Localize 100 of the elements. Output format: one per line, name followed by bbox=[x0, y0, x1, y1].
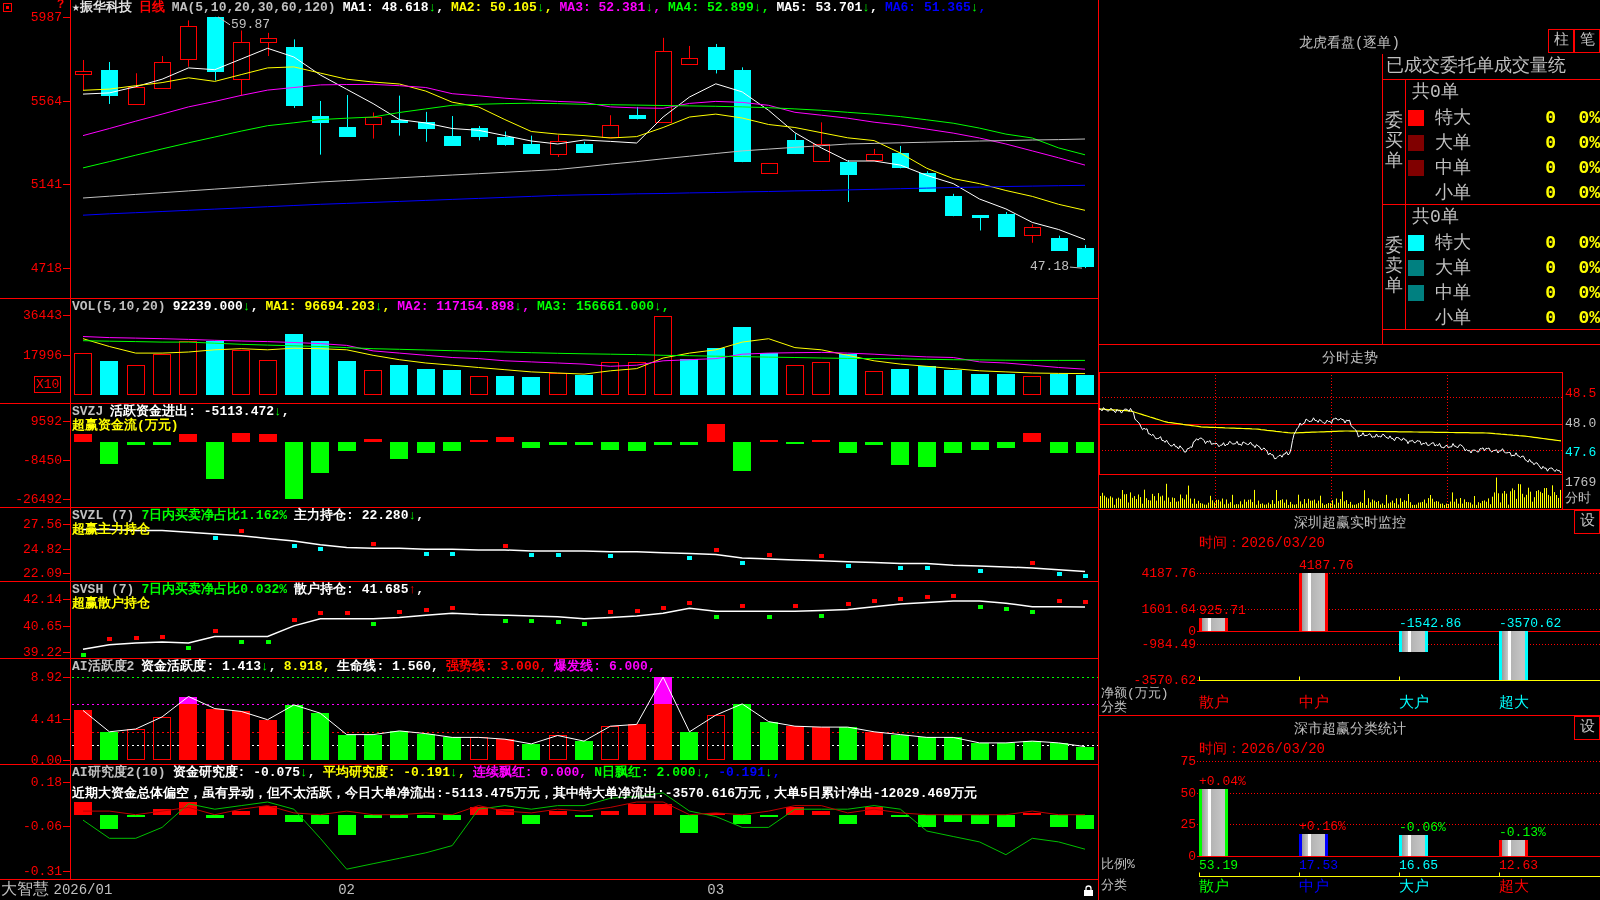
order-percent: 0% bbox=[1578, 131, 1600, 154]
order-size-label: 特大 bbox=[1434, 106, 1471, 129]
indicator-label: 连续飘红: 0.000, bbox=[472, 766, 588, 780]
value-label: -3570.62 bbox=[1499, 616, 1562, 631]
axis-label: 4.41 bbox=[29, 712, 62, 727]
order-size-label: 小单 bbox=[1434, 181, 1471, 204]
order-count: 0 bbox=[1545, 181, 1556, 204]
axis-title: 比例% bbox=[1101, 858, 1135, 872]
order-size-label: 大单 bbox=[1434, 131, 1471, 154]
date-label: 03 bbox=[707, 881, 725, 900]
table-title: 已成交委托单成交量统 bbox=[1383, 54, 1600, 80]
value-label: 53.19 bbox=[1199, 858, 1238, 873]
indicator-label: MA5: 53.701↓, bbox=[776, 1, 878, 15]
axis-title: 净额(万元) bbox=[1101, 687, 1169, 701]
order-count: 0 bbox=[1545, 131, 1556, 154]
indicator-label: MA4: 52.899↓, bbox=[668, 1, 770, 15]
indicator-label: 主力持仓: 22.280↓, bbox=[294, 509, 425, 523]
value-label: 12.63 bbox=[1499, 858, 1538, 873]
axis-title: 分类 bbox=[1101, 701, 1127, 715]
indicator-label: MA2: 117154.898↓, bbox=[397, 300, 530, 314]
order-size-label: 中单 bbox=[1434, 281, 1471, 304]
indicator-label: -0.191↓, bbox=[718, 766, 781, 780]
indicator-label: 8.918, bbox=[283, 660, 331, 674]
date-label: 02 bbox=[338, 881, 355, 900]
category-label: 大户 bbox=[1399, 695, 1429, 713]
axis-label: 27.56 bbox=[22, 517, 62, 532]
category-label: 大户 bbox=[1399, 879, 1429, 897]
indicator-label: 平均研究度: -0.191↓, bbox=[322, 766, 466, 780]
axis-label: 5564 bbox=[29, 94, 62, 109]
volume-scale-label: 1769 bbox=[1564, 475, 1597, 491]
axis-label: -0.06 bbox=[22, 819, 62, 834]
axis-label: 24.82 bbox=[22, 542, 62, 557]
indicator-label: MA3: 52.381↓, bbox=[559, 1, 661, 15]
total-count: 共0单 bbox=[1412, 82, 1459, 102]
change-label: -0.06% bbox=[1399, 820, 1446, 835]
indicator-label: 散户持仓: 41.685↑, bbox=[294, 583, 425, 597]
panel-title: 深圳超赢实时监控 bbox=[1293, 513, 1406, 532]
axis-label: -0.31 bbox=[22, 864, 62, 879]
order-count: 0 bbox=[1545, 256, 1556, 279]
category-label: 中户 bbox=[1299, 879, 1329, 897]
order-count: 0 bbox=[1545, 306, 1556, 329]
value-label: 16.65 bbox=[1399, 858, 1438, 873]
indicator-label: 活跃资金进出: -5113.472↓, bbox=[110, 405, 290, 419]
order-percent: 0% bbox=[1578, 181, 1600, 204]
order-count: 0 bbox=[1545, 106, 1556, 129]
category-label: 中户 bbox=[1299, 695, 1329, 713]
indicator-label: MA3: 156661.000↓, bbox=[536, 300, 670, 314]
indicator-label: MA6: 51.365↓, bbox=[884, 1, 987, 15]
panel-title: 龙虎看盘(逐单) bbox=[1299, 34, 1400, 52]
order-size-label: 小单 bbox=[1434, 306, 1471, 329]
order-count: 0 bbox=[1545, 281, 1556, 304]
indicator-label: 爆发线: 6.000, bbox=[554, 660, 656, 674]
unit-label: X10 bbox=[34, 376, 62, 393]
timestamp-label: 时间：2026/03/20 bbox=[1199, 535, 1325, 551]
value-label: 17.53 bbox=[1299, 858, 1338, 873]
change-label: +0.04% bbox=[1199, 774, 1246, 789]
order-percent: 0% bbox=[1578, 281, 1600, 304]
order-size-label: 中单 bbox=[1434, 156, 1471, 179]
axis-label: 1601.64 bbox=[1140, 603, 1196, 616]
order-size-label: 特大 bbox=[1434, 231, 1471, 254]
axis-label: 22.09 bbox=[22, 566, 62, 581]
indicator-caption: 超赢散户持仓 bbox=[72, 597, 150, 611]
order-size-label: 大单 bbox=[1434, 256, 1471, 279]
order-percent: 0% bbox=[1578, 231, 1600, 254]
axis-label: 75 bbox=[1179, 755, 1196, 768]
axis-title: 分类 bbox=[1101, 879, 1127, 893]
axis-label: 4187.76 bbox=[1140, 567, 1196, 580]
indicator-label: 强势线: 3.000, bbox=[445, 660, 548, 674]
panel-title: 分时走势 bbox=[1321, 350, 1378, 366]
indicator-label: N日飘红: 2.000↓, bbox=[594, 766, 712, 780]
category-label: 超大 bbox=[1499, 879, 1529, 897]
category-label: 散户 bbox=[1199, 695, 1229, 713]
date-label: 2026/01 bbox=[53, 881, 113, 900]
order-percent: 0% bbox=[1578, 106, 1600, 129]
indicator-label: ★振华科技 bbox=[72, 1, 132, 15]
value-label: 925.71 bbox=[1199, 603, 1246, 618]
axis-label: 5987 bbox=[29, 10, 62, 25]
price-scale-label: 48.0 bbox=[1564, 415, 1597, 432]
indicator-label: VOL(5,10,20) bbox=[72, 300, 166, 314]
total-count: 共0单 bbox=[1412, 207, 1459, 227]
axis-label: 42.14 bbox=[22, 592, 62, 607]
axis-label: 9592 bbox=[29, 414, 62, 429]
value-label: -1542.86 bbox=[1399, 616, 1462, 631]
category-label: 散户 bbox=[1199, 879, 1229, 897]
indicator-label: 92239.000↓, bbox=[172, 300, 259, 314]
order-percent: 0% bbox=[1578, 256, 1600, 279]
change-label: -0.13% bbox=[1499, 825, 1546, 840]
axis-label: -3570.62 bbox=[1133, 674, 1196, 687]
price-label: 47.18 bbox=[1030, 260, 1069, 275]
indicator-label: MA2: 50.105↓, bbox=[451, 1, 553, 15]
axis-label: 8.92 bbox=[29, 670, 62, 685]
order-percent: 0% bbox=[1578, 306, 1600, 329]
timestamp-label: 时间：2026/03/20 bbox=[1199, 741, 1325, 757]
axis-label: 25 bbox=[1179, 818, 1196, 831]
price-label: 59.87 bbox=[231, 17, 270, 32]
axis-label: 5141 bbox=[29, 177, 62, 192]
group-label: 委买单 bbox=[1385, 112, 1403, 172]
indicator-label: 7日内买卖净占比1.162% bbox=[141, 509, 288, 523]
axis-label: 36443 bbox=[22, 308, 62, 323]
indicator-label: MA1: 96694.203↓, bbox=[265, 300, 391, 314]
